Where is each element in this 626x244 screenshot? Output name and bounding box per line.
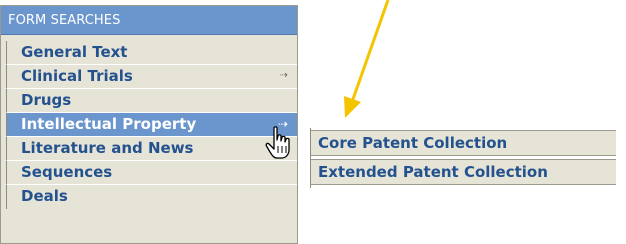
menu-item-deals[interactable]: Deals bbox=[6, 185, 297, 209]
menu-item-intellectual-property[interactable]: Intellectual Property ⇢ bbox=[6, 113, 297, 137]
hand-pointer-cursor-icon bbox=[265, 126, 290, 159]
submenu-arrow-icon: ⇢ bbox=[279, 70, 288, 81]
screenshot-stage: FORM SEARCHES General Text Clinical Tria… bbox=[0, 0, 626, 244]
menu-item-sequences[interactable]: Sequences bbox=[6, 161, 297, 185]
menu-item-label: Deals bbox=[21, 187, 68, 205]
submenu-item-extended-patent-collection[interactable]: Extended Patent Collection bbox=[311, 159, 616, 185]
yellow-arrow-icon bbox=[344, 0, 390, 118]
menu-item-label: Clinical Trials bbox=[21, 67, 133, 85]
form-searches-menu: FORM SEARCHES General Text Clinical Tria… bbox=[0, 5, 298, 244]
intellectual-property-submenu: Core Patent Collection Extended Patent C… bbox=[310, 128, 616, 188]
submenu-item-core-patent-collection[interactable]: Core Patent Collection bbox=[311, 130, 616, 156]
menu-item-label: General Text bbox=[21, 43, 128, 61]
menu-item-label: Drugs bbox=[21, 91, 72, 109]
menu-item-clinical-trials[interactable]: Clinical Trials ⇢ bbox=[6, 65, 297, 89]
menu-header: FORM SEARCHES bbox=[1, 6, 297, 35]
menu-item-drugs[interactable]: Drugs bbox=[6, 89, 297, 113]
submenu-item-label: Extended Patent Collection bbox=[318, 163, 548, 181]
menu-item-label: Literature and News bbox=[21, 139, 194, 157]
submenu-item-label: Core Patent Collection bbox=[318, 134, 508, 152]
menu-item-label: Intellectual Property bbox=[21, 115, 197, 133]
menu-item-general-text[interactable]: General Text bbox=[6, 41, 297, 65]
menu-item-label: Sequences bbox=[21, 163, 113, 181]
menu-item-literature-and-news[interactable]: Literature and News bbox=[6, 137, 297, 161]
